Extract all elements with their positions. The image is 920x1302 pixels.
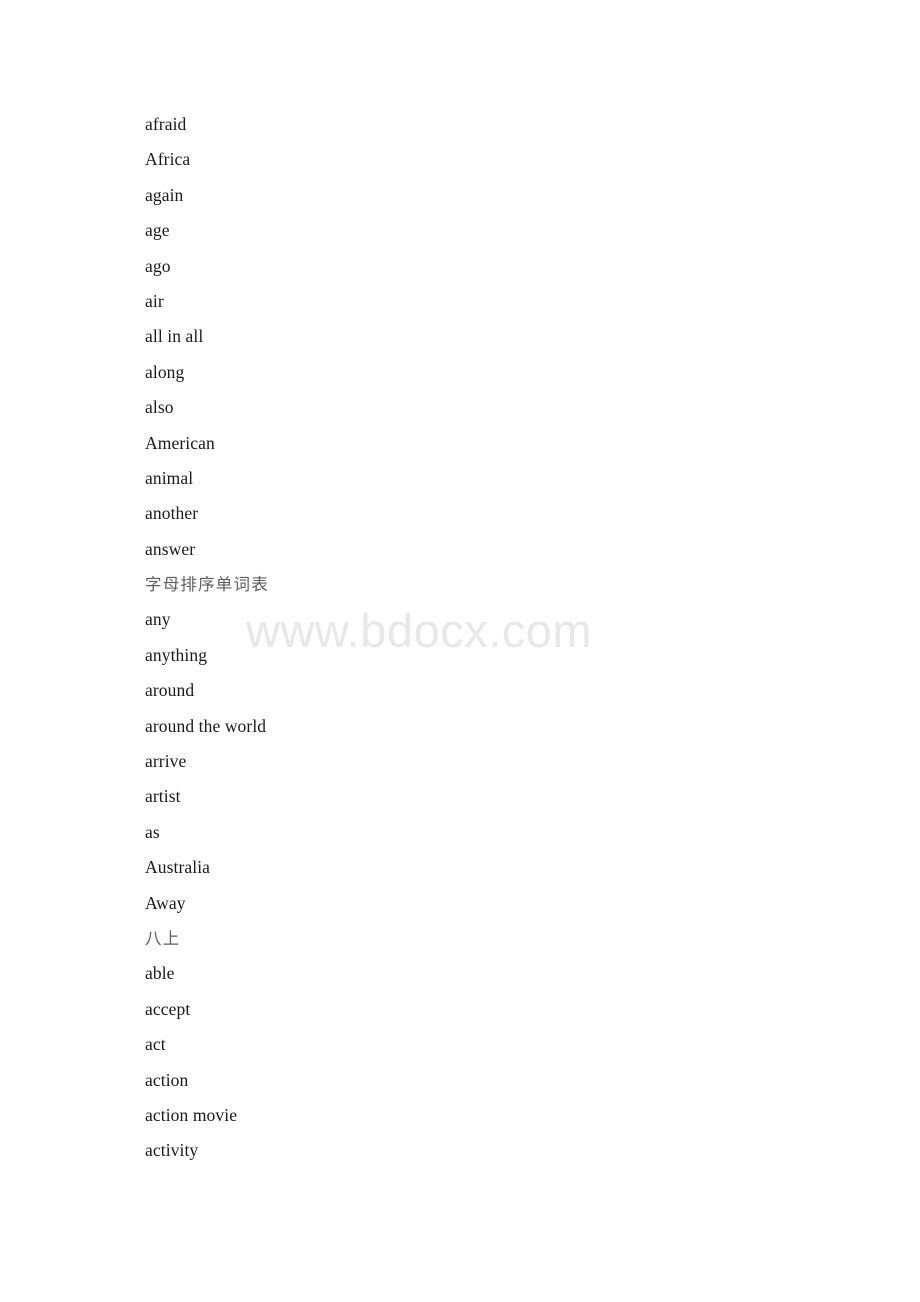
word-entry: around the world	[145, 715, 267, 736]
section-heading: 字母排序单词表	[145, 575, 269, 595]
word-entry: able	[145, 963, 175, 984]
section-heading: 八上	[145, 928, 181, 948]
word-entry: all in all	[145, 326, 204, 347]
word-entry: artist	[145, 786, 181, 807]
word-entry: along	[145, 361, 185, 382]
word-entry: another	[145, 503, 199, 524]
word-entry: arrive	[145, 751, 187, 772]
word-entry: any	[145, 609, 171, 630]
word-entry: age	[145, 220, 170, 241]
word-entry: action movie	[145, 1104, 238, 1125]
word-entry: air	[145, 290, 164, 311]
word-entry: anything	[145, 644, 208, 665]
word-entry: accept	[145, 998, 191, 1019]
word-entry: animal	[145, 467, 194, 488]
word-entry: activity	[145, 1140, 199, 1161]
word-list: afraid Africa again age ago air all in all alon…	[145, 107, 785, 1169]
word-entry: Away	[145, 892, 186, 913]
word-entry: afraid	[145, 114, 187, 134]
word-entry: ago	[145, 255, 171, 276]
word-entry: act	[145, 1034, 166, 1055]
word-entry: Australia	[145, 857, 211, 878]
word-entry: Africa	[145, 149, 191, 170]
word-entry: around	[145, 680, 195, 701]
word-entry: as	[145, 821, 160, 842]
word-entry: again	[145, 184, 184, 205]
document-page: www.bdocx.com afraid Africa again age ago air…	[0, 0, 920, 1302]
word-entry: American	[145, 432, 215, 453]
word-entry: action	[145, 1069, 189, 1090]
word-entry: also	[145, 397, 174, 418]
word-entry: answer	[145, 538, 196, 559]
